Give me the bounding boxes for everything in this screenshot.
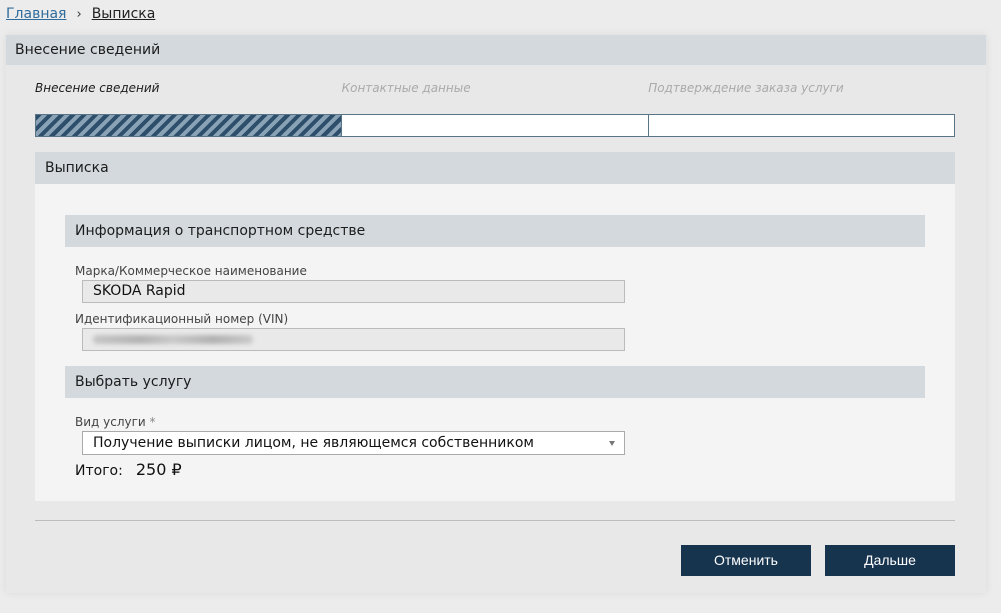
total-amount: 250 ₽ xyxy=(135,460,182,479)
make-field: SKODA Rapid xyxy=(82,280,625,303)
step-label-contacts: Контактные данные xyxy=(341,81,471,95)
progress-steps: Внесение сведений Контактные данные Подт… xyxy=(35,81,955,137)
progress-bar xyxy=(35,114,955,137)
progress-segment-info xyxy=(36,115,343,136)
make-label: Марка/Коммерческое наименование xyxy=(75,264,307,278)
service-type-label-text: Вид услуги xyxy=(75,415,146,429)
panel-title: Внесение сведений xyxy=(6,35,986,65)
cancel-button[interactable]: Отменить xyxy=(681,545,811,576)
dropdown-arrow-icon xyxy=(609,441,615,446)
total-label: Итого: xyxy=(75,463,123,479)
next-button[interactable]: Дальше xyxy=(825,545,955,576)
vin-label: Идентификационный номер (VIN) xyxy=(75,312,289,326)
service-type-select[interactable]: Получение выписки лицом, не являющемся с… xyxy=(82,431,625,455)
progress-segment-confirmation xyxy=(648,115,954,136)
make-value: SKODA Rapid xyxy=(93,283,186,299)
total-row: Итого: 250 ₽ xyxy=(75,460,182,479)
step-label-confirmation: Подтверждение заказа услуги xyxy=(648,81,844,95)
progress-segment-contacts xyxy=(342,115,649,136)
service-header: Выбрать услугу xyxy=(65,366,925,398)
breadcrumb-separator-icon: › xyxy=(76,6,82,22)
vehicle-info-header: Информация о транспортном средстве xyxy=(65,215,925,247)
step-label-info: Внесение сведений xyxy=(35,81,160,95)
breadcrumb-home-link[interactable]: Главная xyxy=(6,6,66,22)
section-title: Выписка xyxy=(35,152,955,184)
required-mark: * xyxy=(149,415,156,429)
statement-section: Выписка Информация о транспортном средст… xyxy=(35,152,955,501)
breadcrumb: Главная › Выписка xyxy=(6,4,155,24)
vin-field xyxy=(82,328,625,351)
breadcrumb-current: Выписка xyxy=(91,6,156,22)
vin-redacted-value xyxy=(93,335,253,344)
form-panel: Внесение сведений Внесение сведений Конт… xyxy=(6,35,986,593)
service-type-value: Получение выписки лицом, не являющемся с… xyxy=(93,435,534,451)
divider xyxy=(35,520,955,521)
service-type-label: Вид услуги * xyxy=(75,415,156,429)
